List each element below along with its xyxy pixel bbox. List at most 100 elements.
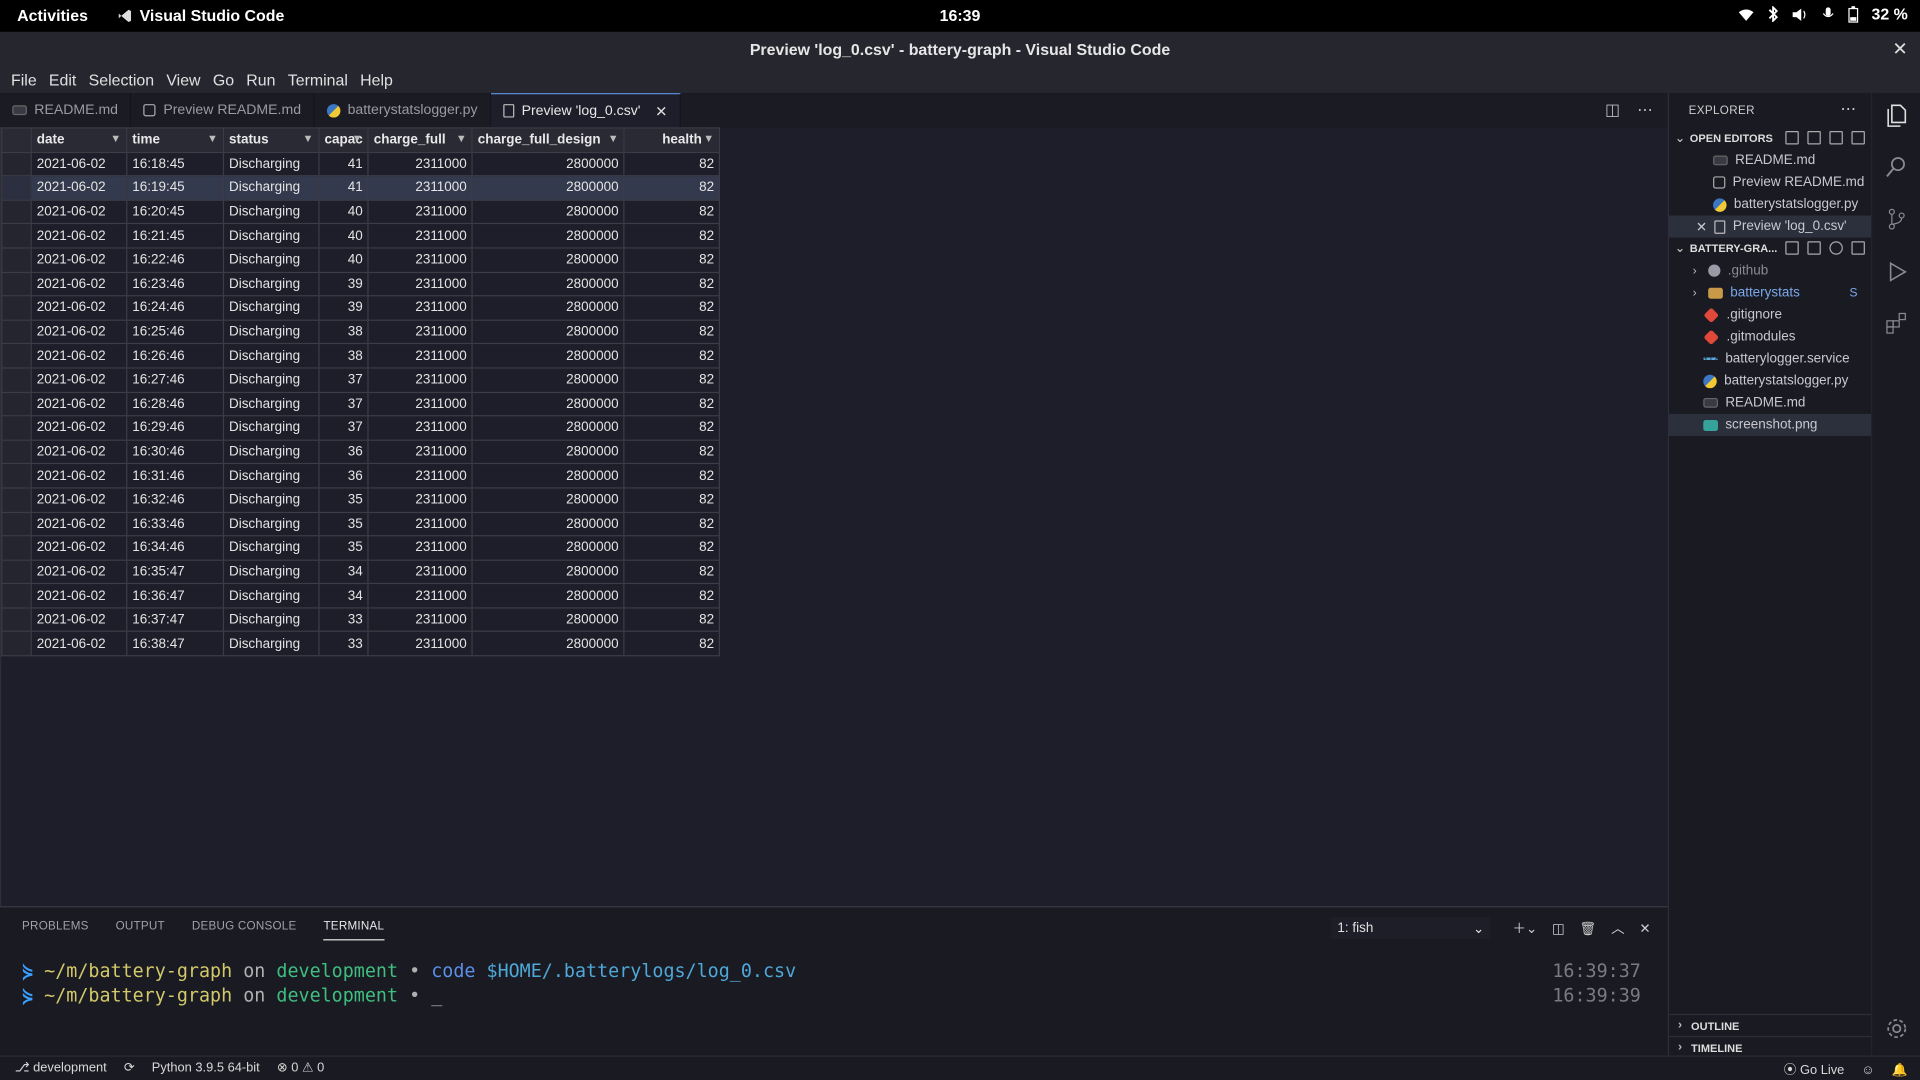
table-row[interactable]: 2021-06-02 16:37:47 Discharging 33 2311000 28…: [1, 607, 721, 633]
table-cell[interactable]: 16:25:46: [126, 319, 225, 345]
table-cell[interactable]: 16:31:46: [126, 463, 225, 489]
table-row[interactable]: 2021-06-02 16:32:46 Discharging 35 2311000 28…: [1, 487, 721, 513]
table-cell[interactable]: Discharging: [222, 631, 320, 657]
refresh-icon[interactable]: [1829, 241, 1843, 255]
table-cell[interactable]: 82: [623, 463, 721, 489]
column-header-status[interactable]: status ▼: [222, 127, 320, 153]
table-cell[interactable]: Discharging: [222, 511, 320, 537]
table-cell[interactable]: Discharging: [222, 415, 320, 441]
table-cell[interactable]: 2021-06-02: [30, 463, 128, 489]
trash-icon[interactable]: 🗑: [1579, 920, 1596, 936]
table-cell[interactable]: 16:29:46: [126, 415, 225, 441]
table-cell[interactable]: 2021-06-02: [30, 511, 128, 537]
table-cell[interactable]: 82: [623, 223, 721, 249]
toggle-vertical-layout-icon[interactable]: [1807, 131, 1821, 145]
table-cell[interactable]: 39: [318, 295, 369, 321]
row-number-cell[interactable]: [1, 223, 32, 249]
branch-indicator[interactable]: ⎇ development: [15, 1060, 107, 1075]
row-number-cell[interactable]: [1, 271, 32, 297]
row-number-cell[interactable]: [1, 631, 32, 657]
table-cell[interactable]: 16:26:46: [126, 343, 225, 369]
table-row[interactable]: 2021-06-02 16:38:47 Discharging 33 2311000 28…: [1, 631, 721, 657]
table-cell[interactable]: 82: [623, 391, 721, 417]
table-cell[interactable]: 2311000: [367, 391, 473, 417]
table-cell[interactable]: 2800000: [471, 223, 625, 249]
table-row[interactable]: 2021-06-02 16:36:47 Discharging 34 2311000 28…: [1, 583, 721, 609]
tab-preview-log-csv[interactable]: Preview 'log_0.csv' ✕: [490, 93, 681, 128]
table-cell[interactable]: 82: [623, 415, 721, 441]
tab-debug-console[interactable]: DEBUG CONSOLE: [192, 920, 297, 941]
table-cell[interactable]: 2021-06-02: [30, 607, 128, 633]
tab-readme[interactable]: README.md: [0, 93, 132, 128]
table-row[interactable]: 2021-06-02 16:35:47 Discharging 34 2311000 28…: [1, 559, 721, 585]
csv-grid[interactable]: date ▼ time ▼ status ▼ capac ▼ charge_full ▼ …: [1, 127, 721, 657]
table-cell[interactable]: 82: [623, 583, 721, 609]
table-cell[interactable]: 2021-06-02: [30, 199, 128, 225]
terminal-shell-select[interactable]: 1: fish ⌄: [1331, 917, 1491, 940]
tab-preview-readme[interactable]: Preview README.md: [131, 93, 315, 128]
app-menu[interactable]: Visual Studio Code: [118, 6, 284, 24]
table-cell[interactable]: 37: [318, 415, 369, 441]
table-cell[interactable]: 82: [623, 511, 721, 537]
feedback-icon[interactable]: ☺: [1861, 1062, 1874, 1077]
activities-button[interactable]: Activities: [17, 6, 88, 24]
table-cell[interactable]: 16:28:46: [126, 391, 225, 417]
column-header-capacity[interactable]: capac ▼: [318, 127, 369, 153]
open-editor-batterystatslogger[interactable]: batterystatslogger.py: [1669, 193, 1872, 215]
table-cell[interactable]: 2800000: [471, 295, 625, 321]
split-editor-icon[interactable]: ◫: [1605, 100, 1620, 120]
table-cell[interactable]: 2800000: [471, 343, 625, 369]
table-row[interactable]: 2021-06-02 16:34:46 Discharging 35 2311000 28…: [1, 535, 721, 561]
table-row[interactable]: 2021-06-02 16:28:46 Discharging 37 2311000 28…: [1, 391, 721, 417]
table-cell[interactable]: 82: [623, 199, 721, 225]
table-cell[interactable]: 2021-06-02: [30, 631, 128, 657]
row-number-cell[interactable]: [1, 199, 32, 225]
python-interpreter[interactable]: Python 3.9.5 64-bit: [152, 1060, 260, 1075]
tab-terminal[interactable]: TERMINAL: [323, 920, 385, 941]
table-row[interactable]: 2021-06-02 16:31:46 Discharging 36 2311000 28…: [1, 463, 721, 489]
table-cell[interactable]: 2021-06-02: [30, 415, 128, 441]
table-cell[interactable]: 2021-06-02: [30, 151, 128, 177]
table-cell[interactable]: 16:30:46: [126, 439, 225, 465]
row-number-cell[interactable]: [1, 607, 32, 633]
row-number-cell[interactable]: [1, 463, 32, 489]
menu-help[interactable]: Help: [355, 70, 398, 88]
table-cell[interactable]: 16:19:45: [126, 175, 225, 201]
table-cell[interactable]: 2311000: [367, 439, 473, 465]
table-cell[interactable]: 16:38:47: [126, 631, 225, 657]
new-terminal-icon[interactable]: ＋⌄: [1512, 918, 1537, 938]
table-cell[interactable]: 2021-06-02: [30, 559, 128, 585]
table-cell[interactable]: Discharging: [222, 463, 320, 489]
table-cell[interactable]: 82: [623, 343, 721, 369]
table-cell[interactable]: 2021-06-02: [30, 271, 128, 297]
outline-section[interactable]: › OUTLINE: [1668, 1013, 1873, 1036]
table-cell[interactable]: 82: [623, 295, 721, 321]
table-cell[interactable]: Discharging: [222, 151, 320, 177]
table-cell[interactable]: Discharging: [222, 583, 320, 609]
table-cell[interactable]: 2800000: [471, 415, 625, 441]
table-cell[interactable]: 41: [318, 175, 369, 201]
tree-item-screenshot[interactable]: screenshot.png: [1668, 413, 1873, 436]
table-row[interactable]: 2021-06-02 16:27:46 Discharging 37 2311000 28…: [1, 367, 721, 393]
table-cell[interactable]: Discharging: [222, 535, 320, 561]
table-cell[interactable]: 82: [623, 439, 721, 465]
run-debug-icon[interactable]: [1885, 260, 1909, 284]
table-cell[interactable]: 2311000: [367, 247, 473, 273]
table-cell[interactable]: 37: [318, 391, 369, 417]
table-row[interactable]: 2021-06-02 16:33:46 Discharging 35 2311000 28…: [1, 511, 721, 537]
table-cell[interactable]: 2800000: [471, 607, 625, 633]
filter-icon[interactable]: ▼: [110, 132, 121, 144]
row-number-cell[interactable]: [1, 295, 32, 321]
table-cell[interactable]: Discharging: [222, 343, 320, 369]
system-tray[interactable]: 32 %: [1738, 5, 1908, 23]
table-cell[interactable]: 82: [623, 367, 721, 393]
tree-item-gitmodules[interactable]: .gitmodules: [1669, 326, 1872, 348]
table-cell[interactable]: 2800000: [471, 367, 625, 393]
table-cell[interactable]: 34: [318, 583, 369, 609]
row-number-cell[interactable]: [1, 439, 32, 465]
table-cell[interactable]: 38: [318, 319, 369, 345]
table-cell[interactable]: 16:34:46: [126, 535, 225, 561]
table-cell[interactable]: 2800000: [471, 271, 625, 297]
table-cell[interactable]: 2021-06-02: [30, 583, 128, 609]
row-number-cell[interactable]: [1, 583, 32, 609]
